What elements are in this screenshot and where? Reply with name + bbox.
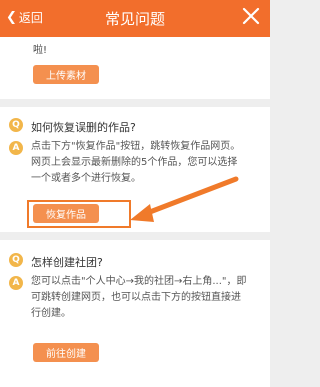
answer-line: 网页上会显示最新删除的5个作品，您可以选择 [31, 157, 238, 168]
answer-text: 您可以点击"个人中心→我的社团→右上角..."，即 可跳转创建网页，也可以点击下… [31, 274, 259, 322]
faq-card-create-club: Q 怎样创建社团? A 您可以点击"个人中心→我的社团→右上角..."，即 可跳… [0, 240, 270, 387]
go-create-button[interactable]: 前往创建 [33, 343, 99, 362]
highlight-box [27, 200, 131, 228]
top-bar: ❮ 返回 常见问题 [0, 0, 270, 37]
page-title: 常见问题 [104, 10, 165, 28]
answer-line: 可跳转创建网页，也可以点击下方的按钮直接进 [31, 292, 241, 303]
arrow-icon [130, 176, 239, 222]
question-badge: Q [9, 253, 23, 267]
upload-material-button[interactable]: 上传素材 [33, 65, 99, 84]
answer-line: 行创建。 [31, 308, 71, 319]
question-text: 怎样创建社团? [31, 256, 103, 269]
answer-badge: A [9, 276, 23, 290]
answer-line: 您可以点击"个人中心→我的社团→右上角..."，即 [31, 276, 247, 287]
close-icon[interactable] [241, 6, 261, 26]
answer-badge: A [9, 141, 23, 155]
answer-tail-text: 啦! [33, 45, 48, 56]
answer-line: 点击下方"恢复作品"按钮，跳转恢复作品网页。 [31, 141, 241, 152]
question-badge: Q [9, 118, 23, 132]
faq-card-previous: 啦! 上传素材 [0, 37, 270, 99]
question-text: 如何恢复误删的作品? [31, 121, 136, 134]
